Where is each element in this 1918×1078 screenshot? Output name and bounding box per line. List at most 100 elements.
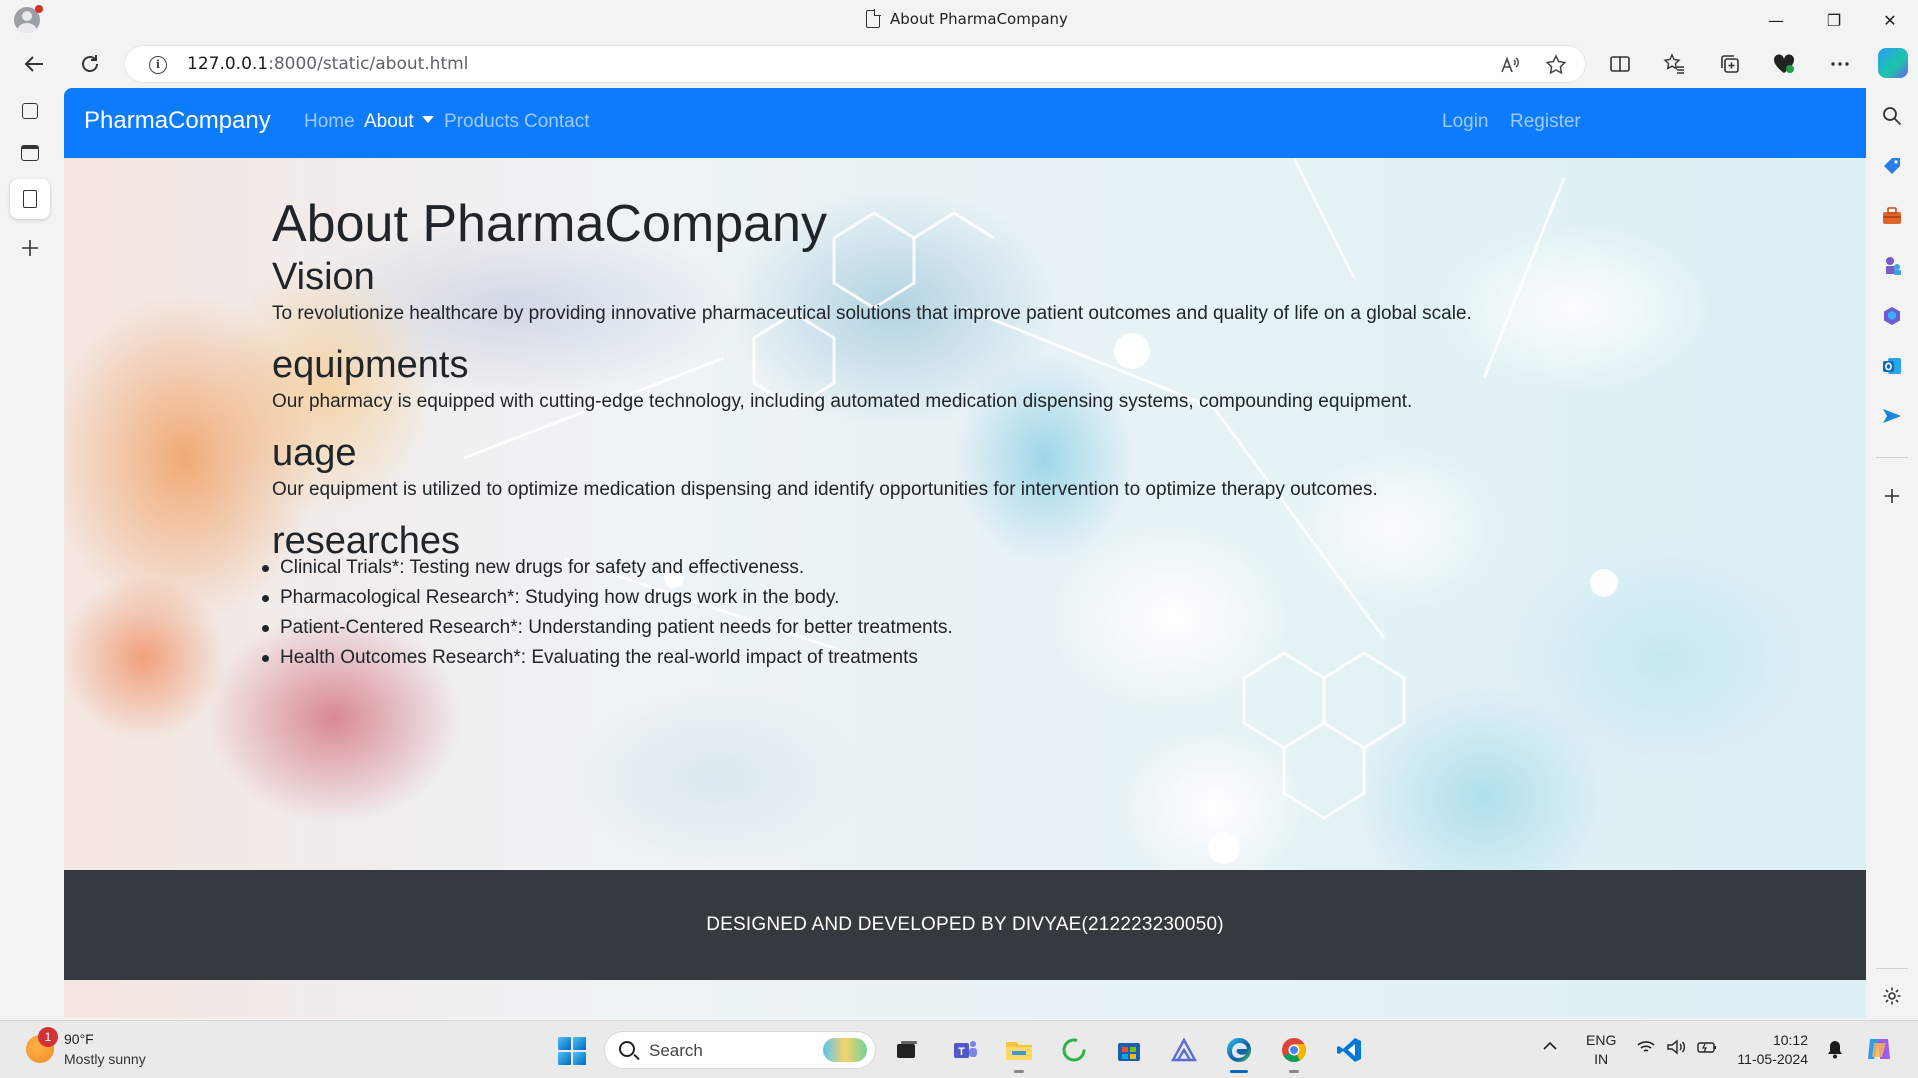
nav-about-dropdown[interactable]: About [364, 111, 434, 133]
research-list: Clinical Trials*: Testing new drugs for … [230, 553, 953, 673]
taskbar-search-box[interactable]: Search [604, 1031, 876, 1069]
page-title: About PharmaCompany [272, 195, 827, 253]
windows-taskbar: 1 90°F Mostly sunny Search T ENG IN 10:1… [0, 1020, 1918, 1078]
nav-products-link[interactable]: Products [444, 111, 519, 133]
url-text[interactable]: 127.0.0.1:8000/static/about.html [187, 54, 468, 74]
equipments-text: Our pharmacy is equipped with cutting-ed… [272, 391, 1413, 412]
split-screen-icon[interactable] [1602, 46, 1638, 82]
list-item: Patient-Centered Research*: Understandin… [230, 613, 953, 643]
wifi-icon[interactable] [1636, 1039, 1656, 1058]
equipments-heading: equipments [272, 344, 469, 386]
shopping-tag-icon[interactable] [1880, 154, 1904, 178]
site-info-icon[interactable]: i [149, 56, 167, 74]
games-chess-icon[interactable] [1880, 254, 1904, 278]
vscode-icon[interactable] [1332, 1033, 1366, 1067]
title-bar: About PharmaCompany — ❐ ✕ [0, 0, 1918, 40]
workspaces-icon[interactable] [10, 133, 50, 173]
file-explorer-icon[interactable] [1002, 1033, 1036, 1073]
vision-heading: Vision [272, 256, 375, 298]
edge-sidebar [1866, 88, 1918, 1020]
profile-notification-dot [35, 5, 43, 13]
outlook-icon[interactable] [1880, 354, 1904, 378]
copilot-icon[interactable] [1878, 48, 1908, 78]
close-window-button[interactable]: ✕ [1862, 0, 1918, 40]
region-code: IN [1594, 1051, 1609, 1067]
app-active-indicator [1230, 1070, 1248, 1073]
chrome-icon[interactable] [1277, 1033, 1311, 1073]
sidebar-settings-gear-icon[interactable] [1880, 984, 1904, 1008]
refresh-app-icon[interactable] [1057, 1033, 1091, 1067]
list-item: Clinical Trials*: Testing new drugs for … [230, 553, 953, 583]
vision-text: To revolutionize healthcare by providing… [272, 303, 1472, 324]
send-drop-icon[interactable] [1880, 404, 1904, 428]
web-page-viewport: PharmaCompany Home About Products Contac… [64, 88, 1866, 1018]
language-code: ENG [1586, 1032, 1617, 1048]
active-tab-document-icon[interactable] [10, 179, 50, 219]
page-document-icon [866, 9, 881, 28]
usage-heading: uage [272, 432, 357, 474]
system-clock[interactable]: 10:12 11-05-2024 [1736, 1031, 1808, 1069]
svg-text:T: T [958, 1046, 965, 1058]
site-navbar: PharmaCompany Home About Products Contac… [64, 88, 1866, 158]
nav-register-link[interactable]: Register [1510, 111, 1581, 133]
teams-icon[interactable]: T [948, 1033, 982, 1067]
back-button[interactable] [16, 46, 52, 82]
microsoft-store-icon[interactable] [1112, 1033, 1146, 1067]
tab-actions-icon[interactable] [10, 91, 50, 131]
taskbar-search-label: Search [649, 1041, 703, 1060]
microsoft-365-icon[interactable] [1880, 304, 1904, 328]
site-footer: DESIGNED AND DEVELOPED BY DIVYAE(2122232… [64, 870, 1866, 980]
clock-date: 11-05-2024 [1737, 1051, 1808, 1067]
edge-browser-icon[interactable] [1222, 1033, 1256, 1073]
show-hidden-icons-chevron-icon[interactable] [1542, 1039, 1558, 1056]
refresh-icon [82, 55, 98, 72]
url-path: :8000/static/about.html [268, 54, 469, 74]
sidebar-divider [1876, 457, 1908, 458]
weather-description[interactable]: Mostly sunny [64, 1051, 146, 1067]
window-title-text: About PharmaCompany [890, 10, 1068, 28]
footer-credit-text: DESIGNED AND DEVELOPED BY DIVYAE(2122232… [706, 914, 1224, 935]
usage-text: Our equipment is utilized to optimize me… [272, 479, 1378, 500]
app-running-indicator [1289, 1070, 1299, 1073]
read-aloud-icon[interactable] [1497, 52, 1523, 78]
brand-logo-text[interactable]: PharmaCompany [84, 107, 271, 135]
new-tab-plus-icon[interactable] [10, 228, 50, 268]
vector-app-icon[interactable] [1167, 1033, 1201, 1067]
favorites-icon[interactable] [1656, 46, 1692, 82]
browser-toolbar: i 127.0.0.1:8000/static/about.html [0, 40, 1918, 88]
clock-time: 10:12 [1772, 1032, 1808, 1048]
copilot-preview-icon[interactable] [1864, 1035, 1894, 1066]
nav-contact-link[interactable]: Contact [524, 111, 589, 133]
add-sidebar-app-icon[interactable] [1880, 484, 1904, 508]
search-icon[interactable] [1880, 104, 1904, 128]
list-item: Health Outcomes Research*: Evaluating th… [230, 643, 953, 673]
dropdown-caret-icon [421, 116, 434, 124]
collections-icon[interactable] [1712, 46, 1748, 82]
nav-login-link[interactable]: Login [1442, 111, 1489, 133]
volume-icon[interactable] [1666, 1039, 1686, 1058]
windows-start-icon[interactable] [558, 1037, 586, 1065]
more-options-icon[interactable] [1822, 46, 1858, 82]
battery-icon[interactable] [1696, 1039, 1718, 1058]
nav-home-link[interactable]: Home [304, 111, 355, 133]
browser-essentials-icon[interactable] [1766, 46, 1802, 82]
vertical-tabs-sidebar [0, 88, 62, 1020]
restore-button[interactable]: ❐ [1806, 0, 1862, 40]
tools-briefcase-icon[interactable] [1880, 204, 1904, 228]
weather-temperature[interactable]: 90°F [64, 1031, 94, 1047]
input-language-indicator[interactable]: ENG IN [1586, 1031, 1616, 1069]
window-title: About PharmaCompany [866, 9, 1068, 28]
app-running-indicator [1014, 1070, 1024, 1073]
nav-about-label: About [364, 111, 414, 132]
notification-bell-icon[interactable] [1826, 1039, 1844, 1062]
search-highlight-icon [823, 1038, 867, 1062]
weather-alert-badge: 1 [38, 1027, 58, 1047]
search-icon [619, 1041, 635, 1057]
favorite-star-icon[interactable] [1543, 52, 1569, 78]
minimize-button[interactable]: — [1748, 0, 1804, 40]
back-arrow-icon [24, 56, 43, 72]
list-item: Pharmacological Research*: Studying how … [230, 583, 953, 613]
address-bar[interactable]: i 127.0.0.1:8000/static/about.html [124, 45, 1586, 83]
refresh-button[interactable] [72, 46, 108, 82]
task-view-icon[interactable] [890, 1033, 924, 1067]
